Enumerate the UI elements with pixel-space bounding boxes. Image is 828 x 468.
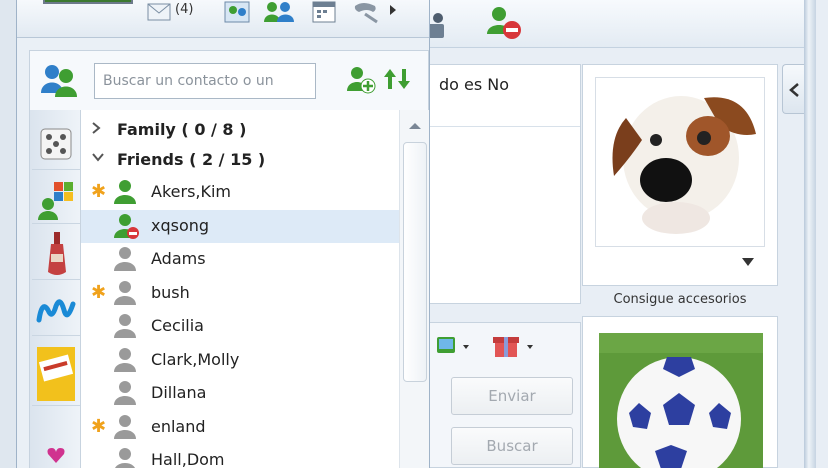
scroll-up-button[interactable] xyxy=(400,110,429,140)
list-item[interactable]: Dillana xyxy=(81,377,399,410)
contact-list-scrollbar[interactable] xyxy=(399,110,429,468)
contact-list: Family ( 0 / 8 ) Friends ( 2 / 15 ) ✱ Ake… xyxy=(81,110,399,468)
favorite-star-icon: ✱ xyxy=(91,415,107,437)
contact-name: Akers,Kim xyxy=(151,182,232,201)
list-item[interactable]: ✱ Akers,Kim xyxy=(81,176,399,209)
group-label: Family ( 0 / 8 ) xyxy=(117,120,247,139)
phone-icon[interactable] xyxy=(351,0,381,24)
chevron-down-icon xyxy=(91,151,105,167)
display-picture-panel xyxy=(582,64,778,286)
chevron-right-icon xyxy=(91,121,101,139)
contact-name: xqsong xyxy=(151,215,210,235)
sidebar-item-love[interactable] xyxy=(32,414,80,464)
list-item[interactable]: Cecilia xyxy=(81,310,399,343)
movistar-logo-icon xyxy=(36,299,76,323)
windows-people-icon xyxy=(38,182,73,220)
list-item[interactable]: ✱ enland xyxy=(81,411,399,444)
contact-name: Hall,Dom xyxy=(151,450,225,468)
scroll-thumb[interactable] xyxy=(403,142,427,382)
accessories-link[interactable]: Consigue accesorios xyxy=(582,292,778,307)
block-contact-icon[interactable] xyxy=(484,4,524,40)
bottle-icon xyxy=(48,232,66,275)
gift-icon[interactable] xyxy=(491,331,539,359)
message-text: do es No xyxy=(425,65,580,127)
contact-picture[interactable] xyxy=(599,333,763,468)
main-toolbar: (4) xyxy=(17,0,429,38)
blocked-contact-icon xyxy=(114,213,139,239)
sidebar-item-games[interactable] xyxy=(32,120,80,170)
heart-icon xyxy=(47,448,65,463)
contact-name: enland xyxy=(151,416,206,436)
add-contact-icon[interactable] xyxy=(346,65,376,95)
send-button[interactable]: Enviar xyxy=(451,377,573,415)
contact-name: Clark,Molly xyxy=(151,349,240,369)
offline-contact-icon xyxy=(114,414,136,439)
group-label: Friends ( 2 / 15 ) xyxy=(117,150,266,169)
search-input[interactable] xyxy=(94,63,316,99)
offline-contact-icon xyxy=(114,280,136,305)
conversation-window: do es No Enviar Buscar Consigue accesori… xyxy=(410,0,828,468)
group-family[interactable]: Family ( 0 / 8 ) xyxy=(81,116,399,146)
favorite-star-icon: ✱ xyxy=(91,281,107,303)
soccer-ball-picture xyxy=(599,333,763,468)
list-item[interactable]: Clark,Molly xyxy=(81,344,399,377)
window-border xyxy=(804,0,816,468)
display-picture[interactable] xyxy=(595,77,765,247)
list-item[interactable]: Hall,Dom xyxy=(81,444,399,468)
sidebar-item-movistar[interactable] xyxy=(32,286,80,336)
calendar-icon[interactable] xyxy=(311,0,337,24)
contact-picture-panel xyxy=(582,316,778,468)
contact-list-window: (4) Buscar un contacto o un Family (0 /… xyxy=(16,0,430,468)
list-item[interactable]: xqsong xyxy=(81,209,399,243)
group-friends[interactable]: Friends ( 2 / 15 ) xyxy=(81,146,399,176)
sidebar-item-bottle[interactable] xyxy=(32,230,80,280)
emoticon-icon[interactable] xyxy=(435,333,475,359)
contact-name: Dillana xyxy=(151,383,207,402)
conversation-toolbar xyxy=(410,0,808,48)
contact-name: Cecilia xyxy=(151,316,204,335)
chevron-up-icon xyxy=(409,123,421,129)
offline-contact-icon xyxy=(114,381,136,405)
mail-count: (4) xyxy=(175,2,194,17)
offline-contact-icon xyxy=(115,448,135,468)
picture-dropdown-icon[interactable] xyxy=(741,257,755,267)
chevron-left-icon xyxy=(789,83,799,97)
list-item[interactable]: ✱ bush xyxy=(81,277,399,310)
offline-contact-icon xyxy=(114,314,136,338)
dog-picture xyxy=(596,78,764,246)
apps-sidebar xyxy=(29,110,81,468)
status-bar-thumbnail[interactable] xyxy=(43,0,133,4)
mail-icon[interactable] xyxy=(147,2,171,22)
sidebar-item-windows[interactable] xyxy=(32,174,80,224)
contact-name: bush xyxy=(151,282,190,302)
offline-contact-icon xyxy=(114,247,136,271)
promo-banner-icon xyxy=(37,347,75,401)
contacts-icon[interactable] xyxy=(40,63,78,97)
offline-contact-icon xyxy=(114,347,136,372)
sidebar-item-ad[interactable] xyxy=(32,340,80,406)
message-compose-area[interactable]: Enviar Buscar xyxy=(424,322,581,468)
favorite-star-icon: ✱ xyxy=(91,181,107,202)
list-item[interactable]: Adams xyxy=(81,243,399,276)
sort-contacts-icon[interactable] xyxy=(382,67,412,91)
group-chat-icon[interactable] xyxy=(263,0,295,24)
online-contact-icon xyxy=(114,180,136,204)
dice-icon xyxy=(40,128,72,160)
more-toolbar-icon[interactable] xyxy=(389,4,397,16)
message-history: do es No xyxy=(424,64,581,304)
collapse-panel-button[interactable] xyxy=(782,64,804,114)
contact-name: Adams xyxy=(151,249,206,268)
contacts-card-icon[interactable] xyxy=(223,0,251,24)
search-bar xyxy=(29,50,429,110)
search-button[interactable]: Buscar xyxy=(451,427,573,465)
